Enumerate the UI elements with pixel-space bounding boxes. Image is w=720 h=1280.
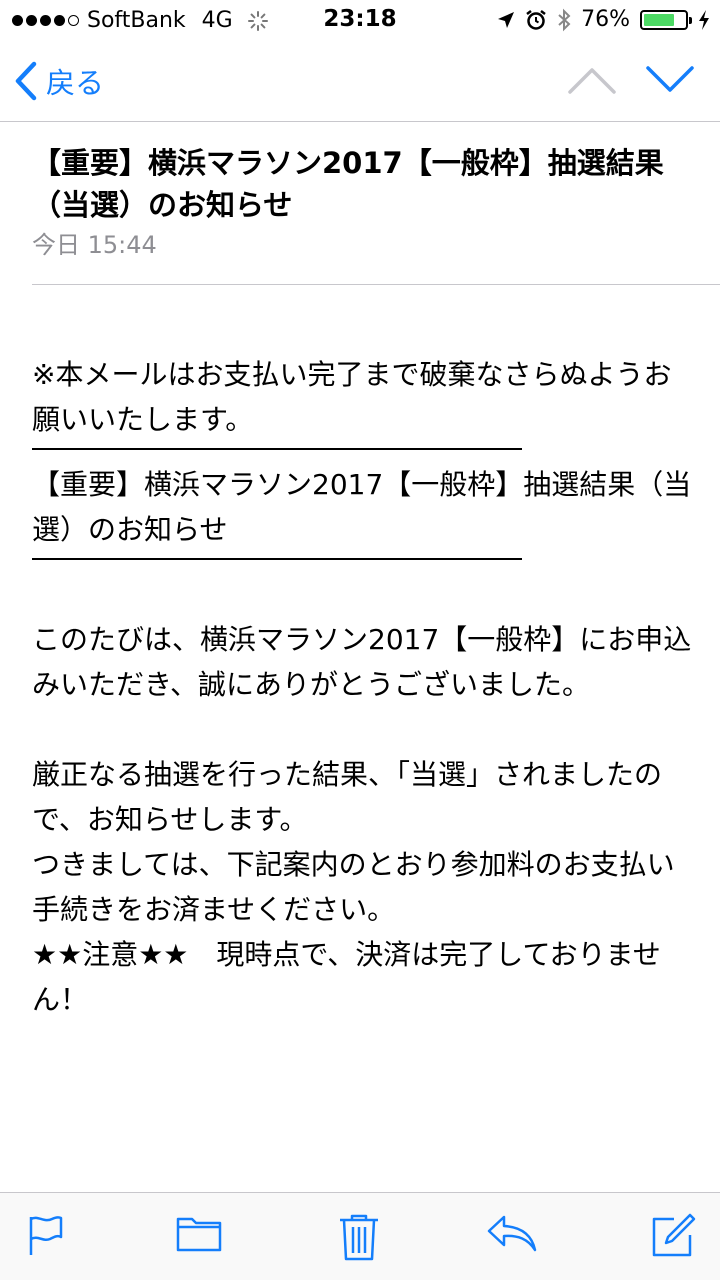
compose-icon [652,1213,696,1257]
folder-icon [176,1217,222,1252]
email-body: ※本メールはお支払い完了まで破棄なさらぬようお願いいたします。 【重要】横浜マラ… [32,352,692,1022]
body-title: 【重要】横浜マラソン2017【一般枠】抽選結果（当選）のお知らせ [32,468,692,546]
move-to-folder-button[interactable] [176,1213,222,1257]
chevron-down-icon [646,66,694,92]
chevron-left-icon [15,61,37,101]
alarm-icon [526,9,546,30]
body-paragraph-payment: つきましては、下記案内のとおり参加料のお支払い手続きをお済ませください。 [32,848,675,926]
body-paragraph-result: 厳正なる抽選を行った結果、「当選」されましたので、お知らせします。 [32,758,663,836]
reply-icon [487,1215,537,1252]
retention-notice: ※本メールはお支払い完了まで破棄なさらぬようお願いいたします。 [32,358,672,436]
navigation-bar: 戻る [0,40,720,122]
flag-icon [29,1216,63,1255]
previous-message-button[interactable] [566,62,618,102]
location-arrow-icon [498,11,515,28]
header-divider [32,284,720,285]
back-button[interactable]: 戻る [14,60,104,102]
bottom-toolbar [0,1192,720,1280]
compose-button[interactable] [650,1213,696,1263]
charging-bolt-icon [699,9,709,30]
battery-level-fill [644,13,675,26]
delete-button[interactable] [338,1213,380,1265]
next-message-button[interactable] [644,62,696,102]
email-header: 【重要】横浜マラソン2017【一般枠】抽選結果（当選）のお知らせ 今日 15:4… [0,122,720,262]
flag-button[interactable] [28,1213,64,1261]
status-bar: SoftBank 4G 23:18 76% [0,0,720,40]
chevron-up-icon [568,68,616,94]
reply-button[interactable] [486,1213,538,1257]
divider-line [32,558,522,560]
status-right: 76% [497,7,710,32]
battery-icon [640,9,692,30]
body-paragraph-warning: ★★注意★★ 現時点で、決済は完了しておりません！ [32,938,661,1016]
body-paragraph-thanks: このたびは、横浜マラソン2017【一般枠】にお申込みいただき、誠にありがとうござ… [32,623,692,701]
trash-icon [340,1214,378,1261]
battery-percent: 76% [581,7,630,32]
email-subject: 【重要】横浜マラソン2017【一般枠】抽選結果（当選）のお知らせ [32,146,664,222]
divider-line [32,448,522,450]
back-button-label: 戻る [46,66,105,100]
email-date: 今日 15:44 [32,231,157,259]
bluetooth-icon [558,8,571,31]
